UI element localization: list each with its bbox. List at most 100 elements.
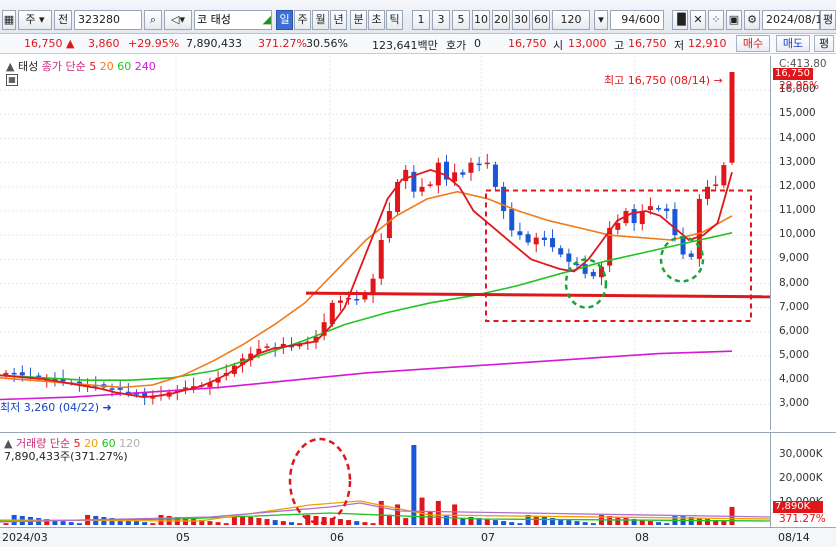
price-tick-5: 11,000 xyxy=(779,204,816,216)
candle-body-13 xyxy=(109,388,115,390)
gear-icon[interactable]: ⚙ xyxy=(744,10,760,30)
minute-tab-120[interactable]: 120 xyxy=(552,10,590,30)
candle-body-1 xyxy=(11,372,17,375)
save-icon[interactable]: ▣ xyxy=(726,10,742,30)
minute-dropdown[interactable]: ▾ xyxy=(594,10,608,30)
minute-tab-20[interactable]: 20 xyxy=(492,10,510,30)
volume-bar-36 xyxy=(297,523,303,525)
table-toggle-icon[interactable]: ▦ xyxy=(6,74,18,86)
minute-tab-5[interactable]: 5 xyxy=(452,10,470,30)
count-field[interactable]: 94/600 xyxy=(610,10,664,30)
volume-bar-43 xyxy=(354,521,360,525)
candle-body-75 xyxy=(615,223,621,230)
date-field[interactable]: 2024/08/14 xyxy=(762,10,829,30)
volume-bar-53 xyxy=(435,501,441,525)
minute-tab-1[interactable]: 1 xyxy=(412,10,430,30)
minute-tab-60[interactable]: 60 xyxy=(532,10,550,30)
stock-code-input[interactable]: 323280 xyxy=(74,10,142,30)
candle-body-2 xyxy=(19,372,25,376)
minute-tab-10[interactable]: 10 xyxy=(472,10,490,30)
price-change-pct: +29.95% xyxy=(128,37,180,50)
price-chart-area[interactable]: ▲ 태성 종가 단순 5 20 60 240 ▦ 최고 16,750 (08/1… xyxy=(0,56,771,430)
eval-quote-button[interactable]: 평 xyxy=(814,35,834,52)
price-change: 3,860 xyxy=(88,37,120,50)
low-price: 12,910 xyxy=(688,37,727,50)
volume-bar-52 xyxy=(427,511,433,525)
low-annotation: 최저 3,260 (04/22) ➜ xyxy=(0,401,112,414)
price-tick-2: 14,000 xyxy=(779,131,816,144)
candle-body-56 xyxy=(460,172,466,175)
minute-tab-3[interactable]: 3 xyxy=(432,10,450,30)
volume-bar-78 xyxy=(639,520,645,525)
candle-body-58 xyxy=(476,163,482,166)
price-tick-1: 15,000 xyxy=(779,107,816,120)
volume-bar-42 xyxy=(346,520,352,525)
bar-chart-icon[interactable]: ▐▌ xyxy=(672,10,690,30)
prefix-button[interactable]: 전 xyxy=(54,10,72,30)
candle-body-89 xyxy=(729,72,735,163)
stock-name: 태성 xyxy=(210,13,231,26)
volume-bar-34 xyxy=(280,521,286,525)
volume-bar-69 xyxy=(566,520,572,525)
date-axis: 2024/03 05 06 07 08 08/14 xyxy=(0,527,836,547)
candle-body-65 xyxy=(533,237,539,245)
cross-icon[interactable]: ✕ xyxy=(690,10,706,30)
search-icon[interactable]: ⌕ xyxy=(144,10,162,30)
volume-ratio: 371.27% xyxy=(258,37,307,50)
date-label-4: 08 xyxy=(635,531,649,544)
candle-body-85 xyxy=(696,198,702,259)
period-tab-6[interactable]: 틱 xyxy=(386,10,403,30)
volume-ma20-line xyxy=(0,500,771,522)
candle-body-69 xyxy=(566,253,572,262)
eval-button[interactable]: 평 xyxy=(820,10,836,30)
candle-body-83 xyxy=(680,236,686,255)
up-arrow-icon: ▲ xyxy=(66,37,75,50)
trade-amount: 123,641백만 xyxy=(372,39,438,52)
grid-menu-icon[interactable]: ▦ xyxy=(2,10,16,30)
dots-icon[interactable]: ⁘ xyxy=(708,10,724,30)
candle-body-62 xyxy=(509,209,515,231)
candle-body-68 xyxy=(558,248,564,255)
volume-bar-30 xyxy=(248,517,254,525)
minute-tab-30[interactable]: 30 xyxy=(512,10,530,30)
current-price: 16,750 xyxy=(24,37,63,50)
volume-tick-0: 30,000K xyxy=(779,448,823,460)
period-tab-1[interactable]: 주 xyxy=(294,10,311,30)
candle-body-51 xyxy=(419,186,425,192)
volume-bar-31 xyxy=(256,518,262,525)
candle-body-59 xyxy=(484,162,490,165)
volume-bar-76 xyxy=(623,518,629,525)
hts-chart-window: ▦ 주 ▾ 전 323280 ⌕ ◁▾ 코 태성 ◢ 일주월년분초틱 1 3 5 10 2… xyxy=(0,0,836,547)
sell-button[interactable]: 매도 xyxy=(776,35,810,52)
price-tick-7: 9,000 xyxy=(779,252,810,265)
last-volume-pct: 371.27% xyxy=(779,513,826,525)
period-tab-5[interactable]: 초 xyxy=(368,10,385,30)
volume-bar-19 xyxy=(158,514,164,525)
volume-bar-49 xyxy=(403,518,409,525)
volume-bar-23 xyxy=(191,519,197,525)
candle-body-87 xyxy=(713,184,719,186)
date-label-0: 2024/03 xyxy=(2,531,48,544)
price-tick-3: 13,000 xyxy=(779,155,816,168)
volume-chart-area[interactable]: ▲ 거래량 단순 5 20 60 120 7,890,433주(371.27%) xyxy=(0,432,771,528)
period-tab-3[interactable]: 년 xyxy=(330,10,347,30)
volume-bar-88 xyxy=(721,521,727,525)
sound-icon[interactable]: ◁▾ xyxy=(164,10,192,30)
market-label: 주 xyxy=(25,13,36,26)
volume-bar-63 xyxy=(517,523,523,525)
stock-name-field[interactable]: 코 태성 ◢ xyxy=(194,10,272,30)
period-tab-4[interactable]: 분 xyxy=(350,10,367,30)
candle-body-43 xyxy=(354,298,360,301)
date-label-5: 08/14 xyxy=(778,531,810,544)
price-tick-10: 6,000 xyxy=(779,324,810,337)
volume-bar-61 xyxy=(501,521,507,525)
legend-ma-periods: 5 20 60 240 xyxy=(89,60,156,73)
last-volume-marker: 7,890K xyxy=(773,501,823,513)
candle-body-78 xyxy=(639,211,645,225)
market-select[interactable]: 주 ▾ xyxy=(18,10,52,30)
volume-bar-27 xyxy=(223,523,229,525)
date-label-1: 05 xyxy=(176,531,190,544)
buy-button[interactable]: 매수 xyxy=(736,35,770,52)
period-tab-0[interactable]: 일 xyxy=(276,10,293,30)
period-tab-2[interactable]: 월 xyxy=(312,10,329,30)
